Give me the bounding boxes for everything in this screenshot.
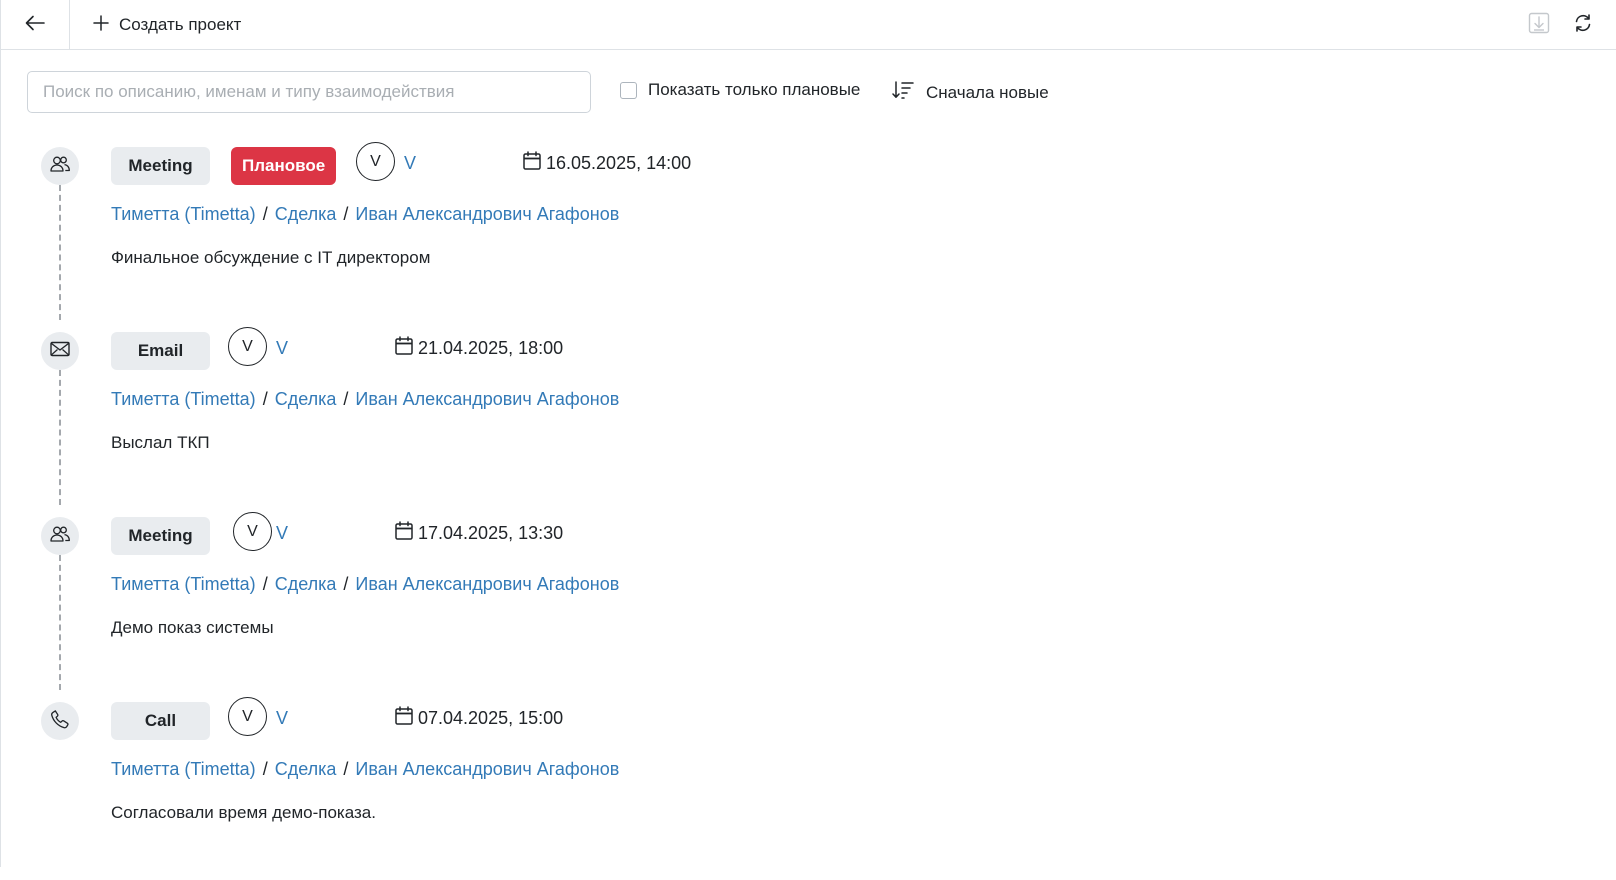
breadcrumb-separator: / xyxy=(262,204,268,224)
breadcrumb-separator: / xyxy=(343,389,349,409)
create-project-button[interactable]: Создать проект xyxy=(93,11,241,39)
entry-description: Демо показ системы xyxy=(111,618,274,637)
people-icon xyxy=(49,155,71,178)
entry-date: 16.05.2025, 14:00 xyxy=(523,151,691,175)
avatar: V xyxy=(228,697,267,736)
author-link[interactable]: V xyxy=(276,708,288,729)
avatar: V xyxy=(228,327,267,366)
entry-date-text: 16.05.2025, 14:00 xyxy=(546,152,692,173)
author-link[interactable]: V xyxy=(404,153,416,174)
entry-date-text: 07.04.2025, 15:00 xyxy=(418,707,564,728)
entry-type-circle xyxy=(41,702,79,740)
entry-type-badge: Email xyxy=(111,332,210,370)
breadcrumb-separator: / xyxy=(343,574,349,594)
entry-date: 17.04.2025, 13:30 xyxy=(395,521,563,545)
entry-date-text: 17.04.2025, 13:30 xyxy=(418,522,564,543)
avatar: V xyxy=(356,142,395,181)
planned-only-filter[interactable]: Показать только плановые xyxy=(620,80,860,100)
avatar: V xyxy=(233,512,272,551)
entry-type-circle xyxy=(41,517,79,555)
entry-breadcrumb: Тиметта (Timetta) / Сделка / Иван Алекса… xyxy=(111,759,619,780)
toolbar: Создать проект xyxy=(1,0,1616,50)
create-project-label: Создать проект xyxy=(119,15,242,34)
phone-icon xyxy=(50,709,70,734)
arrow-left-icon xyxy=(25,15,45,36)
entry-description: Выслал ТКП xyxy=(111,433,210,452)
entry-description: Согласовали время демо-показа. xyxy=(111,803,376,822)
refresh-icon xyxy=(1573,13,1593,38)
company-link[interactable]: Тиметта (Timetta) xyxy=(111,204,256,225)
company-link[interactable]: Тиметта (Timetta) xyxy=(111,759,256,780)
plus-icon xyxy=(93,14,109,36)
timeline-entry: Call V V 07.04.2025, 15:00 Тиметта (Time… xyxy=(1,695,1616,880)
sort-label: Сначала новые xyxy=(926,82,1049,102)
entry-type-badge: Meeting xyxy=(111,517,210,555)
author-link[interactable]: V xyxy=(276,523,288,544)
entry-date-text: 21.04.2025, 18:00 xyxy=(418,337,564,358)
timeline-entry: Meeting Плановое V V 16.05.2025, 14:00 Т… xyxy=(1,140,1616,325)
deal-link[interactable]: Сделка xyxy=(275,759,337,780)
people-icon xyxy=(49,525,71,548)
app-frame: Создать проект Показать только плановые … xyxy=(0,0,1616,867)
timeline-entry: Meeting V V 17.04.2025, 13:30 Тиметта (T… xyxy=(1,510,1616,695)
planned-only-label: Показать только плановые xyxy=(648,80,861,99)
calendar-icon xyxy=(395,336,413,360)
back-button[interactable] xyxy=(1,0,70,50)
entry-description: Финальное обсуждение с IT директором xyxy=(111,248,431,267)
breadcrumb-separator: / xyxy=(262,389,268,409)
breadcrumb-separator: / xyxy=(262,574,268,594)
download-button[interactable] xyxy=(1525,11,1553,39)
entry-type-badge: Call xyxy=(111,702,210,740)
search-input[interactable] xyxy=(27,71,591,113)
breadcrumb-separator: / xyxy=(343,204,349,224)
refresh-button[interactable] xyxy=(1569,11,1597,39)
planned-badge: Плановое xyxy=(231,147,337,185)
sort-descending-icon xyxy=(892,80,914,105)
company-link[interactable]: Тиметта (Timetta) xyxy=(111,574,256,595)
entry-breadcrumb: Тиметта (Timetta) / Сделка / Иван Алекса… xyxy=(111,574,619,595)
calendar-icon xyxy=(523,151,541,175)
entry-type-badge: Meeting xyxy=(111,147,210,185)
contact-link[interactable]: Иван Александрович Агафонов xyxy=(355,574,619,595)
entry-type-circle xyxy=(41,147,79,185)
contact-link[interactable]: Иван Александрович Агафонов xyxy=(355,389,619,410)
planned-only-checkbox[interactable] xyxy=(620,81,637,99)
entry-breadcrumb: Тиметта (Timetta) / Сделка / Иван Алекса… xyxy=(111,389,619,410)
deal-link[interactable]: Сделка xyxy=(275,574,337,595)
entry-breadcrumb: Тиметта (Timetta) / Сделка / Иван Алекса… xyxy=(111,204,619,225)
contact-link[interactable]: Иван Александрович Агафонов xyxy=(355,759,619,780)
company-link[interactable]: Тиметта (Timetta) xyxy=(111,389,256,410)
contact-link[interactable]: Иван Александрович Агафонов xyxy=(355,204,619,225)
breadcrumb-separator: / xyxy=(343,759,349,779)
envelope-icon xyxy=(50,341,70,362)
breadcrumb-separator: / xyxy=(262,759,268,779)
deal-link[interactable]: Сделка xyxy=(275,204,337,225)
sort-button[interactable]: Сначала новые xyxy=(892,80,1049,105)
entry-type-circle xyxy=(41,332,79,370)
author-link[interactable]: V xyxy=(276,338,288,359)
calendar-icon xyxy=(395,521,413,545)
timeline-entry: Email V V 21.04.2025, 18:00 Тиметта (Tim… xyxy=(1,325,1616,510)
entry-date: 21.04.2025, 18:00 xyxy=(395,336,563,360)
deal-link[interactable]: Сделка xyxy=(275,389,337,410)
calendar-icon xyxy=(395,706,413,730)
download-icon xyxy=(1528,12,1550,39)
entry-date: 07.04.2025, 15:00 xyxy=(395,706,563,730)
